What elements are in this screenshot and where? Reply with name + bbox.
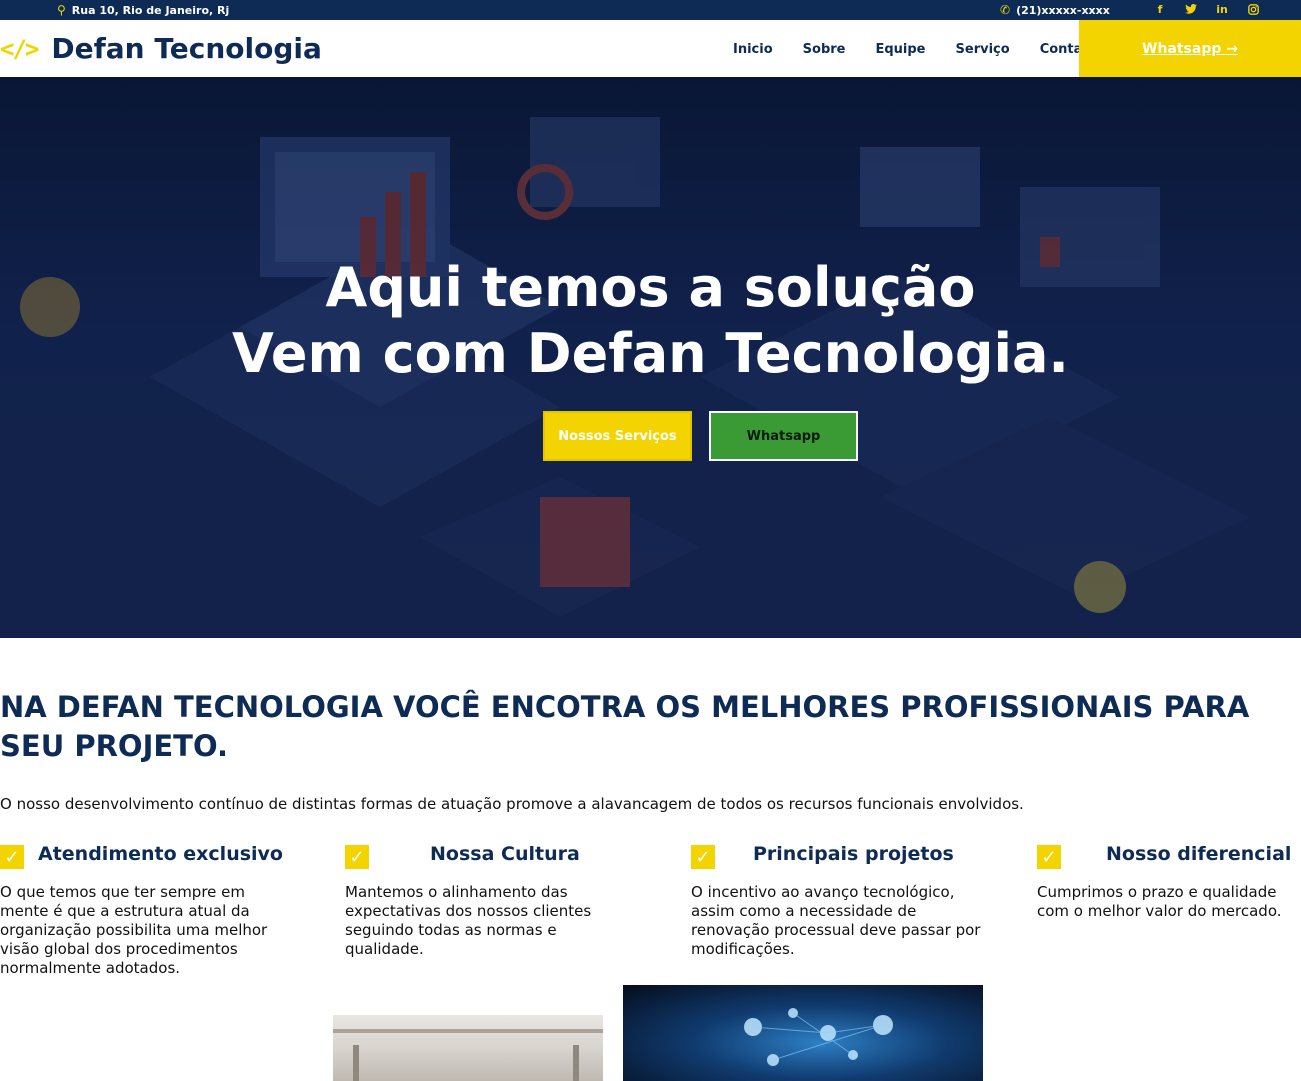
phone-text: (21)xxxxx-xxxx: [1016, 3, 1110, 17]
address-text: Rua 10, Rio de Janeiro, Rj: [71, 3, 230, 17]
section-headline: NA DEFAN TECNOLOGIA VOCÊ ENCOTRA OS MELH…: [0, 690, 1250, 763]
social-links: f in: [1153, 1, 1260, 17]
nav-inicio[interactable]: Inicio: [733, 42, 773, 57]
twitter-icon[interactable]: [1184, 1, 1198, 17]
feature-text: Mantemos o alinhamento das expectativas …: [345, 883, 592, 958]
main-nav: Inicio Sobre Equipe Serviço Contato: [733, 42, 1098, 57]
hero-banner: Aqui temos a solução Vem com Defan Tecno…: [0, 77, 1301, 638]
hero-title-line2: Vem com Defan Tecnologia.: [232, 322, 1069, 385]
map-pin-icon: ⚲: [57, 3, 66, 17]
phone[interactable]: ✆ (21)xxxxx-xxxx: [1000, 2, 1110, 18]
logo-text: Defan Tecnologia: [51, 32, 322, 65]
address: ⚲ Rua 10, Rio de Janeiro, Rj: [57, 2, 229, 18]
feature-title: Atendimento exclusivo: [38, 843, 283, 865]
code-icon: </>: [0, 34, 39, 63]
nav-servico[interactable]: Serviço: [956, 42, 1010, 57]
feature-text: O que temos que ter sempre em mente é qu…: [0, 883, 268, 977]
network-photo: [623, 985, 983, 1081]
hero-title-line1: Aqui temos a solução: [325, 256, 976, 319]
feature-title: Principais projetos: [753, 843, 954, 865]
whatsapp-button[interactable]: Whatsapp: [709, 411, 858, 461]
whatsapp-header-label: Whatsapp →: [1142, 40, 1238, 57]
check-icon: ✓: [0, 845, 24, 869]
site-header: </> Defan Tecnologia Inicio Sobre Equipe…: [0, 20, 1301, 77]
check-icon: ✓: [345, 845, 369, 869]
nav-sobre[interactable]: Sobre: [803, 42, 846, 57]
feature-title: Nossa Cultura: [430, 843, 580, 865]
check-icon: ✓: [691, 845, 715, 869]
nav-equipe[interactable]: Equipe: [875, 42, 925, 57]
linkedin-icon[interactable]: in: [1215, 1, 1229, 17]
instagram-icon[interactable]: [1246, 1, 1260, 17]
facebook-icon[interactable]: f: [1153, 1, 1167, 17]
check-icon: ✓: [1037, 845, 1061, 869]
feature-text: O incentivo ao avanço tecnológico, assim…: [691, 883, 981, 958]
feature-text: Cumprimos o prazo e qualidade com o melh…: [1037, 883, 1282, 920]
section-intro: O nosso desenvolvimento contínuo de dist…: [0, 795, 1024, 813]
feature-title: Nosso diferencial: [1106, 843, 1292, 865]
top-info-bar: ⚲ Rua 10, Rio de Janeiro, Rj ✆ (21)xxxxx…: [0, 0, 1301, 20]
services-button[interactable]: Nossos Serviços: [543, 411, 692, 461]
office-photo: [333, 1015, 603, 1081]
phone-icon: ✆: [1000, 3, 1011, 17]
logo[interactable]: </> Defan Tecnologia: [0, 32, 322, 65]
whatsapp-header-button[interactable]: Whatsapp →: [1079, 20, 1301, 77]
